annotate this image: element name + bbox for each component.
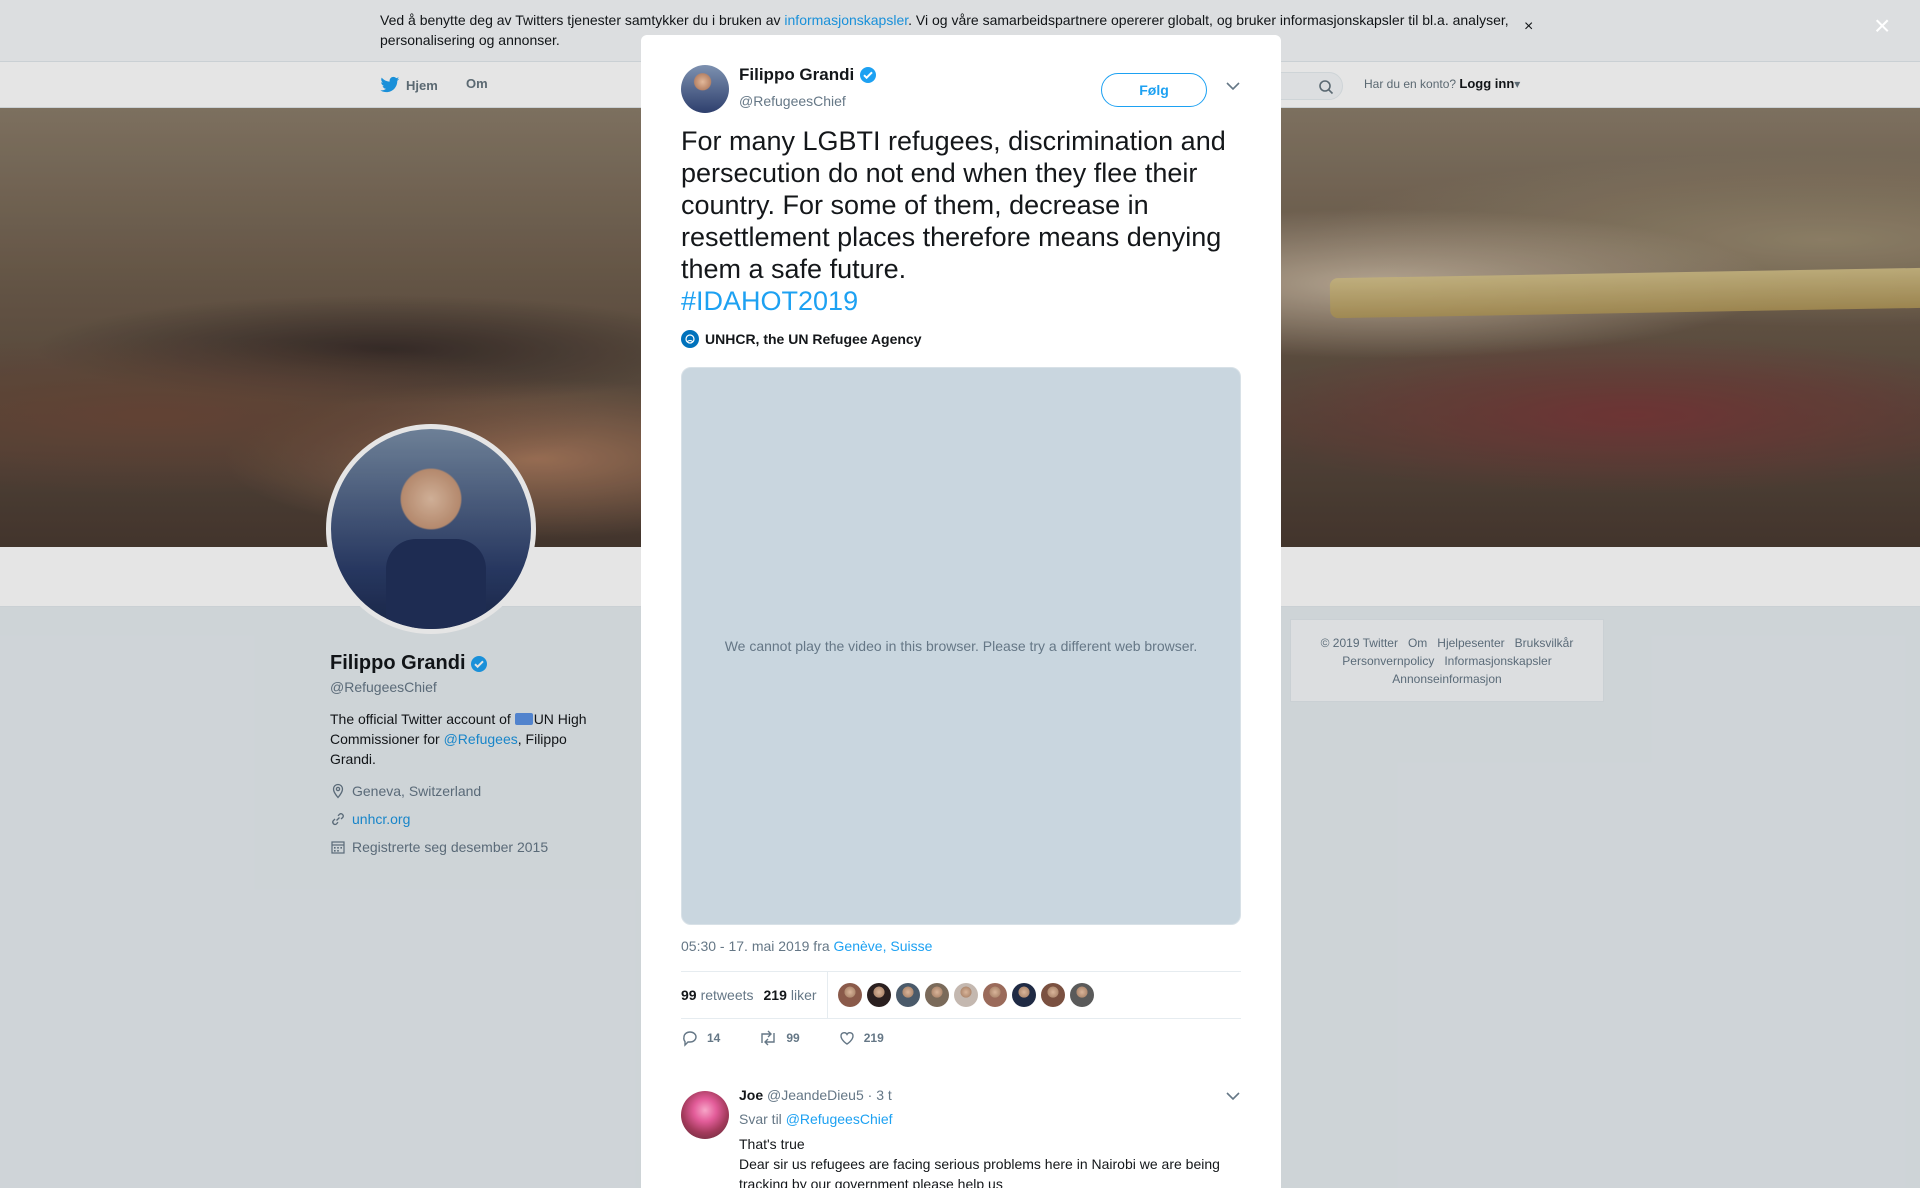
follow-button[interactable]: Følg (1101, 73, 1207, 107)
reply-action[interactable]: 14 (681, 1029, 720, 1047)
reply-icon (683, 1031, 697, 1047)
tweet-stats: 99 retweets 219 liker (681, 971, 1241, 1019)
chevron-down-icon[interactable] (1225, 1091, 1241, 1101)
liker-avatar[interactable] (866, 983, 891, 1007)
tweet-actions: 14 99 219 (681, 1029, 922, 1047)
stats-divider (826, 971, 828, 1019)
reply-author-handle[interactable]: @JeandeDieu5 (767, 1087, 864, 1103)
likers-avatars (837, 983, 1094, 1007)
tweet-timestamp: 05:30 - 17. mai 2019 fra Genève, Suisse (681, 938, 932, 954)
tweet-modal: Filippo Grandi @RefugeesChief Følg For m… (641, 35, 1281, 1188)
tweet-text: For many LGBTI refugees, discrimination … (681, 125, 1251, 317)
tweet-media-source[interactable]: UNHCR, the UN Refugee Agency (681, 330, 922, 348)
like-action[interactable]: 219 (838, 1029, 884, 1047)
likes-count: 219 (763, 987, 787, 1003)
media-source-name[interactable]: UNHCR, the UN Refugee Agency (705, 331, 922, 347)
tweet-author-handle[interactable]: @RefugeesChief (739, 93, 846, 109)
video-player[interactable]: We cannot play the video in this browser… (681, 367, 1241, 925)
tweet-author-avatar[interactable] (681, 65, 729, 113)
video-error-message: We cannot play the video in this browser… (724, 638, 1198, 654)
reply-line-1: That's true (739, 1136, 805, 1152)
likes-label: liker (790, 987, 817, 1003)
like-count: 219 (863, 1031, 884, 1045)
likes-stat[interactable]: 219 liker (764, 987, 817, 1003)
liker-avatar[interactable] (982, 983, 1007, 1007)
liker-avatar[interactable] (1011, 983, 1036, 1007)
retweets-label: retweets (700, 987, 754, 1003)
verified-badge-icon (860, 67, 877, 83)
reply-to-line: Svar til @RefugeesChief (739, 1111, 893, 1127)
tweet-author-name-row: Filippo Grandi (739, 65, 877, 85)
close-icon[interactable]: × (1874, 10, 1890, 42)
tweet-place-link[interactable]: Genève, Suisse (834, 938, 933, 954)
retweets-count: 99 (681, 987, 697, 1003)
reply-time[interactable]: · 3 t (868, 1087, 892, 1103)
tweet-author-name[interactable]: Filippo Grandi (739, 65, 854, 85)
retweets-stat[interactable]: 99 retweets (681, 987, 754, 1003)
reply-count: 14 (707, 1031, 721, 1045)
tweet-time: 05:30 - 17. mai 2019 fra (681, 938, 834, 954)
liker-avatar[interactable] (895, 983, 920, 1007)
liker-avatar[interactable] (1069, 983, 1094, 1007)
liker-avatar[interactable] (924, 983, 949, 1007)
liker-avatar[interactable] (837, 983, 862, 1007)
tweet-body: For many LGBTI refugees, discrimination … (681, 126, 1226, 284)
chevron-down-icon[interactable] (1225, 81, 1241, 91)
reply-line-2: Dear sir us refugees are facing serious … (739, 1156, 1220, 1188)
tweet-hashtag-link[interactable]: #IDAHOT2019 (681, 286, 858, 316)
liker-avatar[interactable] (953, 983, 978, 1007)
reply-text: That's true Dear sir us refugees are fac… (739, 1134, 1239, 1188)
retweet-action[interactable]: 99 (758, 1029, 800, 1047)
heart-icon (840, 1032, 854, 1045)
retweet-icon (761, 1030, 776, 1046)
reply-author-name[interactable]: Joe (739, 1087, 763, 1103)
reply-to-link[interactable]: @RefugeesChief (786, 1111, 893, 1127)
reply-author-avatar[interactable] (681, 1091, 729, 1139)
reply-to-label: Svar til (739, 1111, 786, 1127)
reply-header: Joe @JeandeDieu5 · 3 t (739, 1087, 892, 1103)
retweet-count: 99 (786, 1031, 800, 1045)
liker-avatar[interactable] (1040, 983, 1065, 1007)
unhcr-logo-icon (681, 330, 699, 348)
